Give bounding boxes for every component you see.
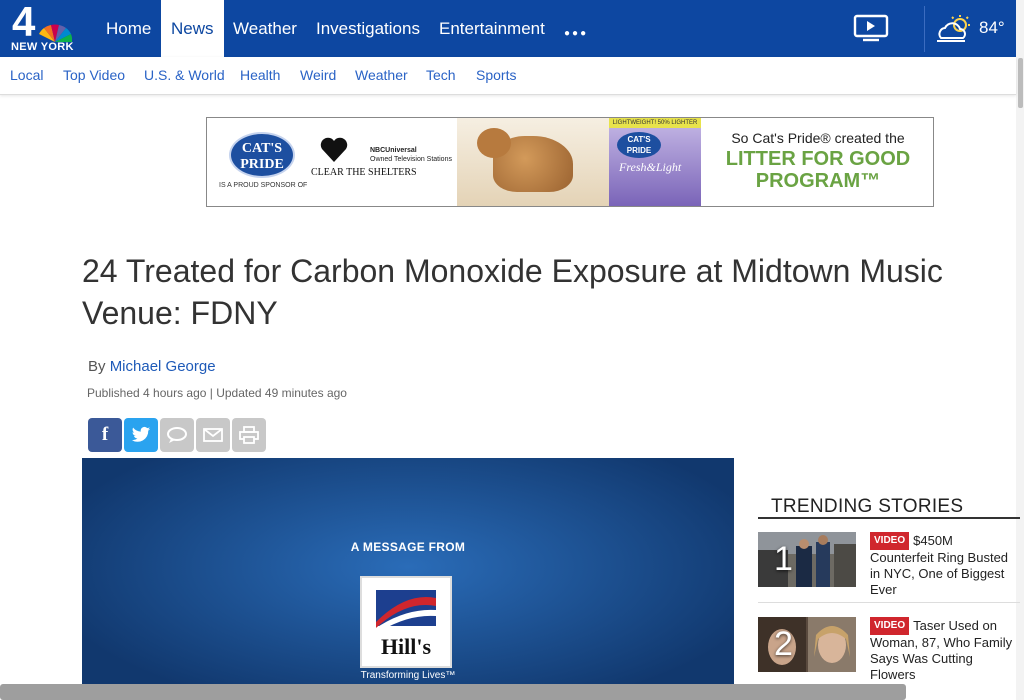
video-badge: VIDEO: [870, 532, 910, 550]
subnav-sports[interactable]: Sports: [476, 67, 516, 83]
byline-prefix: By: [88, 358, 106, 375]
facebook-share-button[interactable]: f: [88, 418, 122, 452]
sub-nav: Local Top Video U.S. & World Health Weir…: [0, 57, 1016, 95]
nav-investigations[interactable]: Investigations: [306, 0, 430, 57]
envelope-icon: [203, 428, 223, 442]
top-nav: 4 NEW YORK Home News Weather Investigati…: [0, 0, 1016, 57]
clear-the-shelters-logo: CLEAR THE SHELTERS: [311, 167, 417, 178]
speech-bubble-icon: [167, 427, 187, 443]
comments-button[interactable]: [160, 418, 194, 452]
subnav-us-world[interactable]: U.S. & World: [144, 67, 225, 83]
hills-tagline: Transforming Lives™: [360, 670, 456, 681]
subnav-top-video[interactable]: Top Video: [63, 67, 125, 83]
trending-thumbnail[interactable]: 1: [758, 532, 856, 587]
nbc-line-1: NBCUniversal: [370, 147, 417, 154]
horizontal-scrollbar[interactable]: [0, 684, 906, 700]
nbc-line-2: Owned Television Stations: [370, 156, 452, 163]
print-button[interactable]: [232, 418, 266, 452]
author-link[interactable]: Michael George: [110, 358, 216, 375]
trending-thumbnail[interactable]: 2: [758, 617, 856, 672]
hills-flag-icon: [376, 590, 436, 634]
nav-weather[interactable]: Weather: [223, 0, 307, 57]
subnav-weird[interactable]: Weird: [300, 67, 336, 83]
ad-left-panel: CAT'S PRIDE IS A PROUD SPONSOR OF CLEAR …: [207, 118, 457, 206]
nav-divider: [924, 6, 925, 52]
channel-number: 4: [12, 0, 36, 45]
trending-item[interactable]: 1 VIDEO $450M Counterfeit Ring Busted in …: [758, 532, 1020, 604]
trending-rank: 2: [774, 625, 793, 663]
video-player[interactable]: A MESSAGE FROM Hill's Transforming Lives…: [82, 458, 734, 700]
more-menu-icon[interactable]: ●●●: [564, 28, 588, 39]
cat-head-shape: [477, 128, 511, 158]
ad-cat-image: [457, 118, 609, 206]
printer-icon: [239, 426, 259, 444]
video-badge: VIDEO: [870, 617, 910, 635]
nbc-logo[interactable]: 4 NEW YORK: [8, 0, 82, 56]
twitter-share-button[interactable]: [124, 418, 158, 452]
ad-sponsor-text: IS A PROUD SPONSOR OF: [219, 182, 308, 189]
ad-program-name: LITTER FOR GOOD PROGRAM™: [725, 148, 911, 192]
article-headline: 24 Treated for Carbon Monoxide Exposure …: [82, 253, 943, 331]
trending-title: TRENDING STORIES: [771, 496, 964, 517]
facebook-icon: f: [101, 424, 109, 445]
hills-wordmark: Hill's: [380, 634, 432, 659]
police-scene-image: [758, 532, 856, 587]
subnav-health[interactable]: Health: [240, 67, 280, 83]
heart-dog-icon: [320, 137, 348, 162]
partly-cloudy-icon[interactable]: [935, 14, 975, 44]
product-name: Fresh&Light: [619, 160, 682, 174]
twitter-bird-icon: [131, 426, 151, 442]
woman-portrait-image: [758, 617, 856, 672]
ad-right-panel: So Cat's Pride® created the LITTER FOR G…: [701, 118, 933, 206]
trending-headline[interactable]: VIDEO Taser Used on Woman, 87, Who Family…: [870, 617, 1020, 683]
product-top-label: LIGHTWEIGHT! 50% LIGHTER: [609, 118, 701, 128]
nbc-owned-stations: NBCUniversal Owned Television Stations: [370, 146, 452, 164]
ad-headline: So Cat's Pride® created the: [731, 130, 905, 146]
email-share-button[interactable]: [196, 418, 230, 452]
trending-separator: [758, 602, 1020, 603]
trending-headline[interactable]: VIDEO $450M Counterfeit Ring Busted in NY…: [870, 532, 1020, 598]
subnav-weather[interactable]: Weather: [355, 67, 408, 83]
vertical-scrollbar-thumb[interactable]: [1018, 58, 1023, 108]
byline: By Michael George: [88, 358, 216, 375]
ad-product-box: LIGHTWEIGHT! 50% LIGHTER CAT'S PRIDE Fre…: [609, 118, 701, 206]
trending-rank: 1: [774, 540, 793, 578]
subnav-local[interactable]: Local: [10, 67, 43, 83]
trending-rule: [758, 517, 1020, 519]
dateline: Published 4 hours ago | Updated 49 minut…: [87, 386, 347, 400]
nav-home[interactable]: Home: [96, 0, 161, 57]
temperature: 84°: [979, 18, 1005, 37]
product-brand-logo: CAT'S PRIDE: [617, 132, 661, 158]
nav-news[interactable]: News: [161, 0, 224, 57]
video-play-icon[interactable]: [853, 14, 889, 42]
city-name: NEW YORK: [11, 41, 74, 53]
sponsor-ad-banner[interactable]: CAT'S PRIDE IS A PROUD SPONSOR OF CLEAR …: [206, 117, 934, 207]
trending-item[interactable]: 2 VIDEO Taser Used on Woman, 87, Who Fami…: [758, 617, 1020, 689]
subnav-tech[interactable]: Tech: [426, 67, 456, 83]
video-message-from: A MESSAGE FROM: [350, 540, 466, 554]
cats-pride-logo: CAT'S PRIDE: [229, 132, 295, 178]
hills-logo: Hill's: [360, 576, 452, 668]
nav-entertainment[interactable]: Entertainment: [429, 0, 555, 57]
